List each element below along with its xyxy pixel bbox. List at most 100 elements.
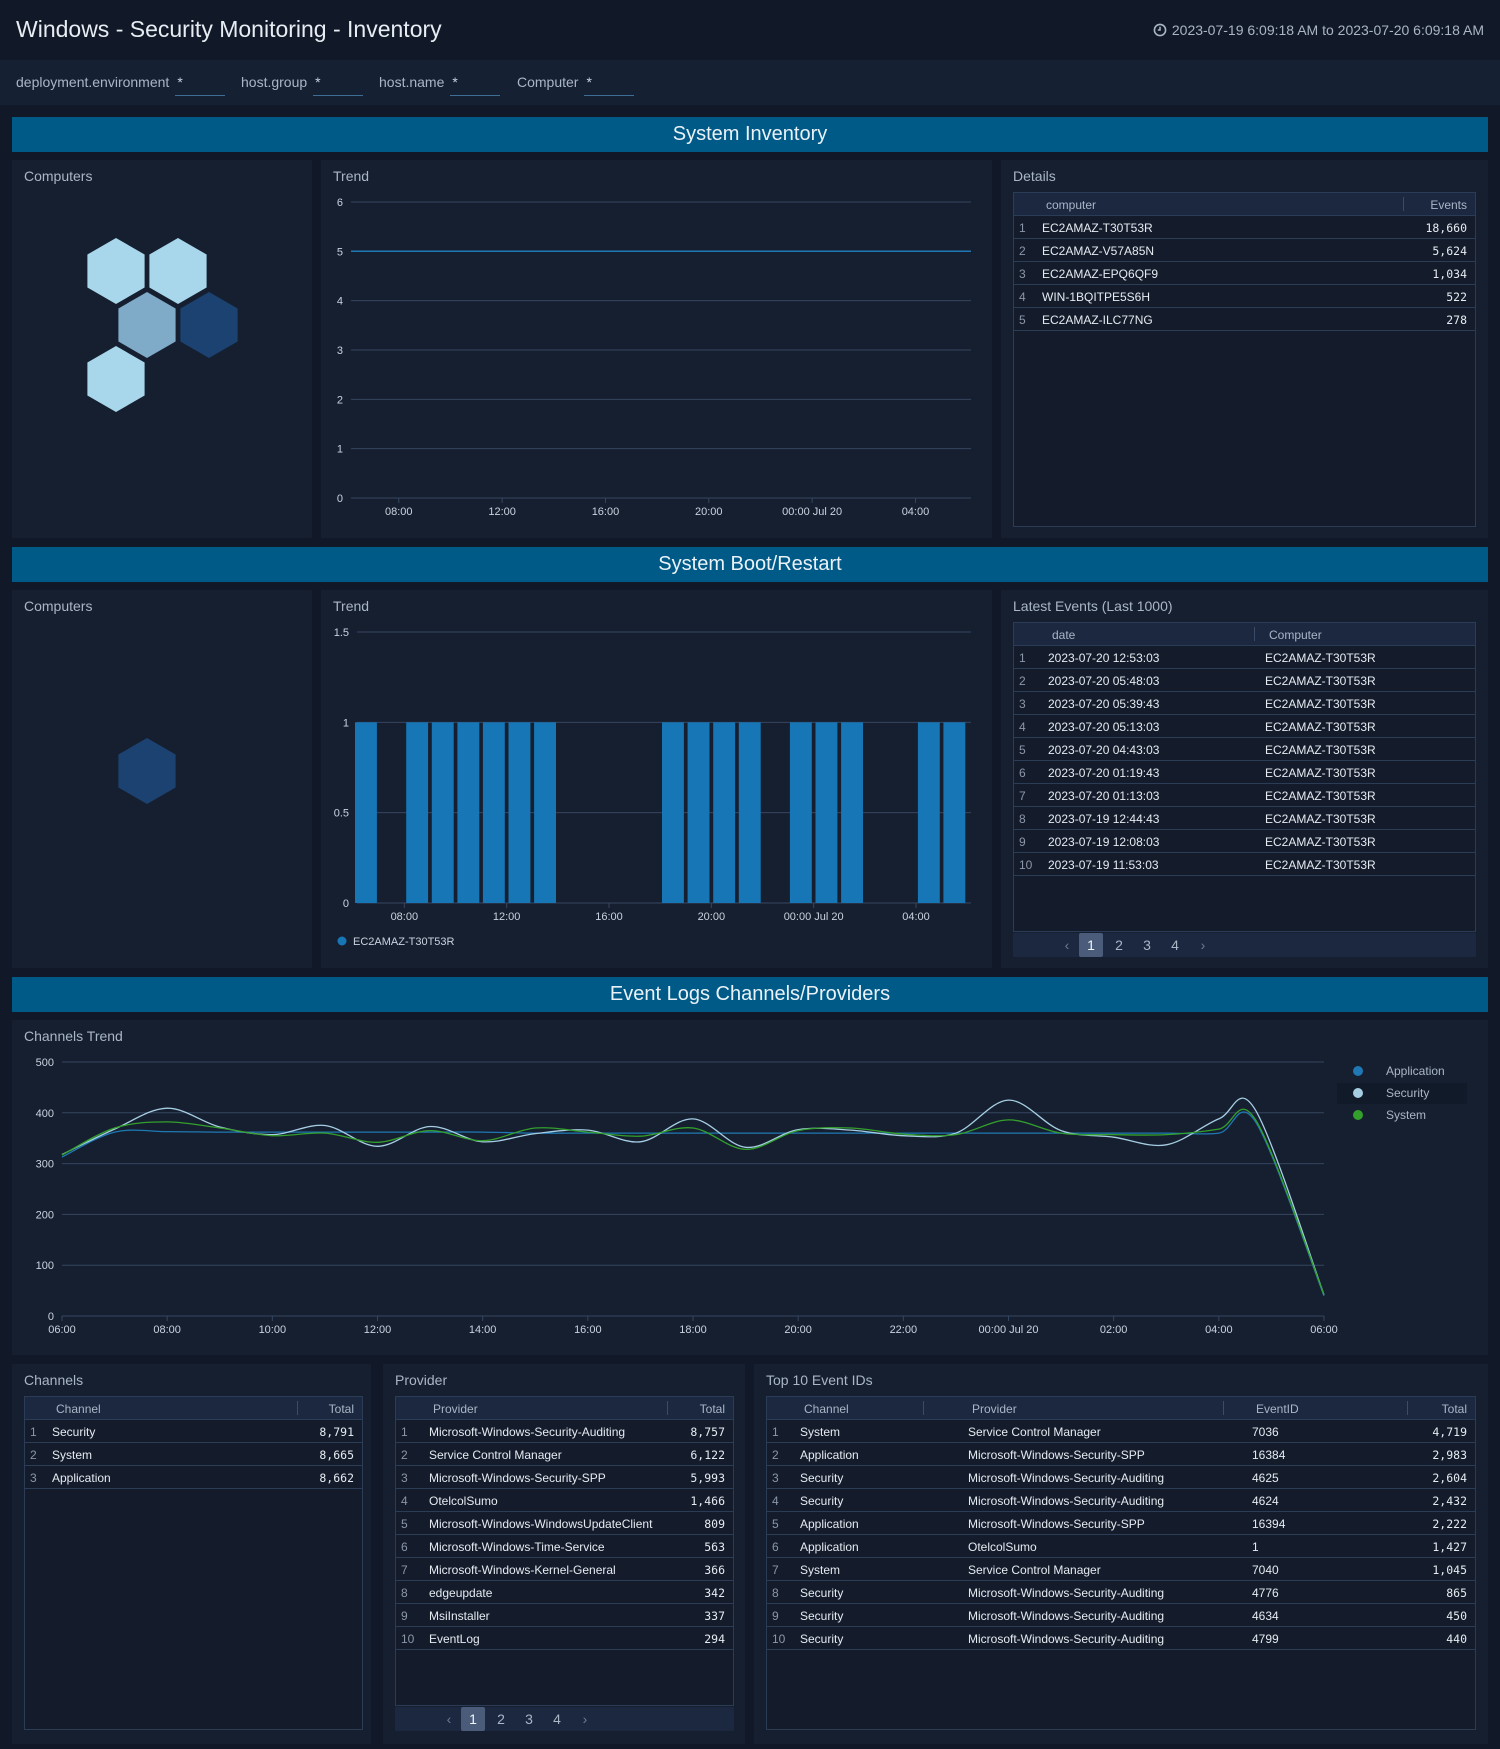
table-row[interactable]: 10 EventLog 294: [396, 1627, 733, 1650]
row-index: 1: [1019, 651, 1026, 665]
column-header-computer[interactable]: Computer: [1269, 628, 1322, 642]
column-resize-handle[interactable]: [1407, 1401, 1408, 1415]
column-header-total[interactable]: Total: [1442, 1402, 1467, 1416]
filter-value-input[interactable]: *: [175, 74, 226, 96]
legend-item-security[interactable]: Security: [1386, 1086, 1429, 1100]
table-row[interactable]: 3 Microsoft-Windows-Security-SPP 5,993: [396, 1466, 733, 1489]
legend-item-system[interactable]: System: [1386, 1108, 1426, 1122]
column-resize-handle[interactable]: [923, 1401, 924, 1415]
bar: [355, 722, 377, 903]
table-row[interactable]: 4 OtelcolSumo 1,466: [396, 1489, 733, 1512]
table-row[interactable]: 8 Security Microsoft-Windows-Security-Audi…: [767, 1581, 1475, 1604]
table-row[interactable]: 2 Application Microsoft-Windows-Security-S…: [767, 1443, 1475, 1466]
table-row[interactable]: 2 EC2AMAZ-V57A85N 5,624: [1014, 239, 1475, 262]
table-row[interactable]: 2 System 8,665: [25, 1443, 362, 1466]
page-button-1[interactable]: 1: [461, 1707, 485, 1731]
latest-events-panel: Latest Events (Last 1000) date Computer …: [1001, 590, 1488, 968]
column-resize-handle[interactable]: [667, 1401, 668, 1415]
table-row[interactable]: 7 Microsoft-Windows-Kernel-General 366: [396, 1558, 733, 1581]
prev-page-button[interactable]: ‹: [1055, 937, 1079, 953]
page-button-3[interactable]: 3: [517, 1707, 541, 1731]
table-row[interactable]: 4 Security Microsoft-Windows-Security-Audi…: [767, 1489, 1475, 1512]
filter-deployment-environment[interactable]: deployment.environment *: [16, 74, 226, 96]
column-header-provider[interactable]: Provider: [433, 1402, 478, 1416]
table-row[interactable]: 6 Microsoft-Windows-Time-Service 563: [396, 1535, 733, 1558]
column-header-provider[interactable]: Provider: [972, 1402, 1017, 1416]
cell-date: 2023-07-20 01:13:03: [1048, 789, 1160, 803]
table-row[interactable]: 9 MsiInstaller 337: [396, 1604, 733, 1627]
column-header-total[interactable]: Total: [329, 1402, 354, 1416]
table-row[interactable]: 2 2023-07-20 05:48:03 EC2AMAZ-T30T53R: [1014, 669, 1475, 692]
cell-eventid: 7036: [1252, 1425, 1279, 1439]
table-row[interactable]: 3 Security Microsoft-Windows-Security-Audi…: [767, 1466, 1475, 1489]
cell-channel: Security: [800, 1471, 844, 1485]
cell-provider: MsiInstaller: [429, 1609, 490, 1623]
prev-page-button[interactable]: ‹: [437, 1711, 461, 1727]
page-button-2[interactable]: 2: [1107, 933, 1131, 957]
filter-value-input[interactable]: *: [450, 74, 501, 96]
cell-provider: Microsoft-Windows-Security-SPP: [968, 1448, 1145, 1462]
table-row[interactable]: 4 2023-07-20 05:13:03 EC2AMAZ-T30T53R: [1014, 715, 1475, 738]
page-button-1[interactable]: 1: [1079, 933, 1103, 957]
cell-provider: Microsoft-Windows-WindowsUpdateClient: [429, 1517, 653, 1531]
column-header-total[interactable]: Total: [700, 1402, 725, 1416]
table-row[interactable]: 9 2023-07-19 12:08:03 EC2AMAZ-T30T53R: [1014, 830, 1475, 853]
table-row[interactable]: 1 Security 8,791: [25, 1420, 362, 1443]
column-header-date[interactable]: date: [1052, 628, 1075, 642]
filter-host-name[interactable]: host.name *: [379, 74, 501, 96]
next-page-button[interactable]: ›: [1191, 937, 1215, 953]
table-row[interactable]: 1 2023-07-20 12:53:03 EC2AMAZ-T30T53R: [1014, 646, 1475, 669]
column-header-channel[interactable]: Channel: [56, 1402, 101, 1416]
table-row[interactable]: 5 Microsoft-Windows-WindowsUpdateClient 80…: [396, 1512, 733, 1535]
table-row[interactable]: 4 WIN-1BQITPE5S6H 522: [1014, 285, 1475, 308]
cell-date: 2023-07-20 05:48:03: [1048, 674, 1160, 688]
table-row[interactable]: 7 2023-07-20 01:13:03 EC2AMAZ-T30T53R: [1014, 784, 1475, 807]
table-row[interactable]: 3 2023-07-20 05:39:43 EC2AMAZ-T30T53R: [1014, 692, 1475, 715]
table-row[interactable]: 1 Microsoft-Windows-Security-Auditing 8,75…: [396, 1420, 733, 1443]
page-button-3[interactable]: 3: [1135, 933, 1159, 957]
page-title: Windows - Security Monitoring - Inventor…: [16, 16, 442, 42]
column-header-channel[interactable]: Channel: [804, 1402, 849, 1416]
filter-value-input[interactable]: *: [313, 74, 364, 96]
time-range-text: 2023-07-19 6:09:18 AM to 2023-07-20 6:09…: [1171, 22, 1484, 38]
table-row[interactable]: 8 2023-07-19 12:44:43 EC2AMAZ-T30T53R: [1014, 807, 1475, 830]
table-row[interactable]: 1 System Service Control Manager 7036 4,719: [767, 1420, 1475, 1443]
table-row[interactable]: 1 EC2AMAZ-T30T53R 18,660: [1014, 216, 1475, 239]
table-row[interactable]: 2 Service Control Manager 6,122: [396, 1443, 733, 1466]
cell-channel: System: [800, 1425, 841, 1439]
cell-channel: System: [52, 1448, 93, 1462]
column-resize-handle[interactable]: [1223, 1401, 1224, 1415]
time-range-picker[interactable]: 2023-07-19 6:09:18 AM to 2023-07-20 6:09…: [1153, 22, 1484, 38]
table-row[interactable]: 3 Application 8,662: [25, 1466, 362, 1489]
column-header-computer[interactable]: computer: [1046, 198, 1096, 212]
column-header-events[interactable]: Events: [1430, 198, 1467, 212]
column-resize-handle[interactable]: [1254, 627, 1255, 641]
table-row[interactable]: 10 2023-07-19 11:53:03 EC2AMAZ-T30T53R: [1014, 853, 1475, 876]
filter-computer[interactable]: Computer *: [517, 74, 635, 96]
page-button-4[interactable]: 4: [1163, 933, 1187, 957]
filter-host-group[interactable]: host.group *: [241, 74, 364, 96]
column-resize-handle[interactable]: [297, 1401, 298, 1415]
cell-events: 1,034: [1432, 267, 1467, 281]
cell-total: 5,993: [690, 1471, 725, 1485]
table-row[interactable]: 7 System Service Control Manager 7040 1,045: [767, 1558, 1475, 1581]
page-button-2[interactable]: 2: [489, 1707, 513, 1731]
page-button-4[interactable]: 4: [545, 1707, 569, 1731]
cell-provider: Microsoft-Windows-Security-SPP: [968, 1517, 1145, 1531]
table-row[interactable]: 6 Application OtelcolSumo 1 1,427: [767, 1535, 1475, 1558]
honeycomb-chart: [118, 738, 176, 804]
column-header-eventid[interactable]: EventID: [1256, 1402, 1299, 1416]
table-row[interactable]: 5 2023-07-20 04:43:03 EC2AMAZ-T30T53R: [1014, 738, 1475, 761]
table-row[interactable]: 5 Application Microsoft-Windows-Security-S…: [767, 1512, 1475, 1535]
table-row[interactable]: 10 Security Microsoft-Windows-Security-Aud…: [767, 1627, 1475, 1650]
table-row[interactable]: 8 edgeupdate 342: [396, 1581, 733, 1604]
cell-date: 2023-07-20 05:39:43: [1048, 697, 1160, 711]
table-row[interactable]: 9 Security Microsoft-Windows-Security-Audi…: [767, 1604, 1475, 1627]
table-row[interactable]: 3 EC2AMAZ-EPQ6QF9 1,034: [1014, 262, 1475, 285]
filter-value-input[interactable]: *: [584, 74, 635, 96]
legend-item-application[interactable]: Application: [1386, 1064, 1445, 1078]
next-page-button[interactable]: ›: [573, 1711, 597, 1727]
table-row[interactable]: 5 EC2AMAZ-ILC77NG 278: [1014, 308, 1475, 331]
table-row[interactable]: 6 2023-07-20 01:19:43 EC2AMAZ-T30T53R: [1014, 761, 1475, 784]
column-resize-handle[interactable]: [1403, 197, 1404, 211]
